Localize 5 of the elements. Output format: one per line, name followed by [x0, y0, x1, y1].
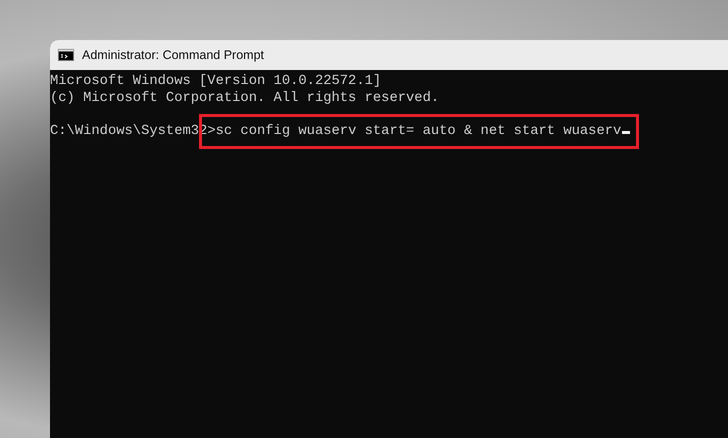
- console-output-line: (c) Microsoft Corporation. All rights reserved.: [50, 90, 440, 107]
- command-text: >sc config wuaserv start= auto & net start wuaserv: [207, 124, 622, 138]
- console-output-line: Microsoft Windows [Version 10.0.22572.1]: [50, 74, 382, 90]
- window-title: Administrator: Command Prompt: [82, 46, 264, 64]
- terminal-icon: [58, 49, 74, 61]
